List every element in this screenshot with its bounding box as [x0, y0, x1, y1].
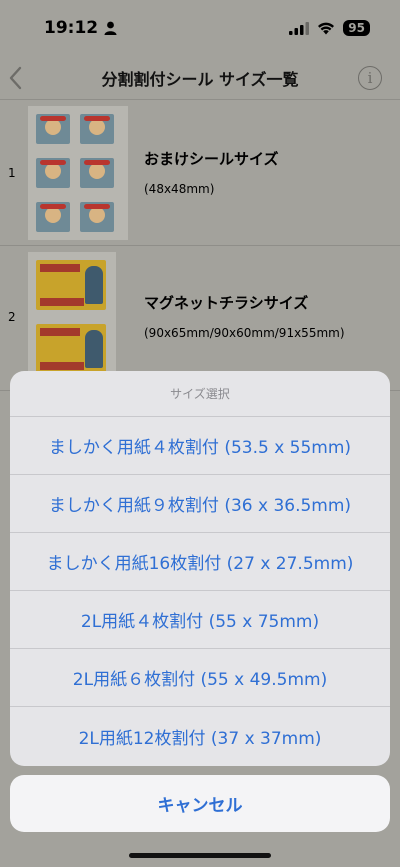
row-index: 1 — [8, 166, 16, 180]
row-subtitle: (48x48mm) — [144, 182, 215, 196]
flyer-image — [36, 260, 106, 310]
nav-bar: 分割割付シール サイズ一覧 i — [0, 56, 400, 100]
status-time: 19:12 — [44, 18, 99, 38]
size-action-sheet: サイズ選択 ましかく用紙４枚割付 (53.5 x 55mm) ましかく用紙９枚割… — [10, 371, 390, 766]
option-square-4-button[interactable]: ましかく用紙４枚割付 (53.5 x 55mm) — [10, 417, 390, 475]
battery-icon: 95 — [343, 20, 370, 36]
list-item[interactable]: 2 マグネットチラシサイズ (90x65mm/90x60mm/91x55mm) — [0, 246, 400, 391]
status-bar: 19:12 95 — [0, 0, 400, 56]
option-square-9-button[interactable]: ましかく用紙９枚割付 (36 x 36.5mm) — [10, 475, 390, 533]
cancel-button[interactable]: キャンセル — [10, 775, 390, 832]
option-square-16-button[interactable]: ましかく用紙16枚割付 (27 x 27.5mm) — [10, 533, 390, 591]
person-icon — [104, 21, 117, 35]
home-indicator — [129, 853, 271, 858]
sticker-image — [80, 114, 114, 144]
sheet-title: サイズ選択 — [10, 371, 390, 417]
row-title: マグネットチラシサイズ — [144, 294, 309, 312]
row-index: 2 — [8, 310, 16, 324]
flyer-thumbnail — [28, 252, 116, 382]
page-title: 分割割付シール サイズ一覧 — [101, 69, 299, 89]
sticker-image — [36, 114, 70, 144]
sticker-image — [36, 202, 70, 232]
sticker-image — [36, 158, 70, 188]
signal-icon — [289, 21, 310, 35]
option-2l-4-button[interactable]: 2L用紙４枚割付 (55 x 75mm) — [10, 591, 390, 649]
row-subtitle: (90x65mm/90x60mm/91x55mm) — [144, 326, 345, 340]
sticker-thumbnail — [28, 106, 128, 240]
row-title: おまけシールサイズ — [144, 150, 279, 168]
chevron-left-icon[interactable] — [6, 64, 26, 92]
wifi-icon — [318, 22, 335, 34]
list-item[interactable]: 1 おまけシールサイズ (48x48mm) — [0, 100, 400, 246]
info-icon[interactable]: i — [358, 66, 382, 90]
option-2l-12-button[interactable]: 2L用紙12枚割付 (37 x 37mm) — [10, 707, 390, 765]
option-2l-6-button[interactable]: 2L用紙６枚割付 (55 x 49.5mm) — [10, 649, 390, 707]
sticker-image — [80, 158, 114, 188]
flyer-image — [36, 324, 106, 374]
sticker-image — [80, 202, 114, 232]
